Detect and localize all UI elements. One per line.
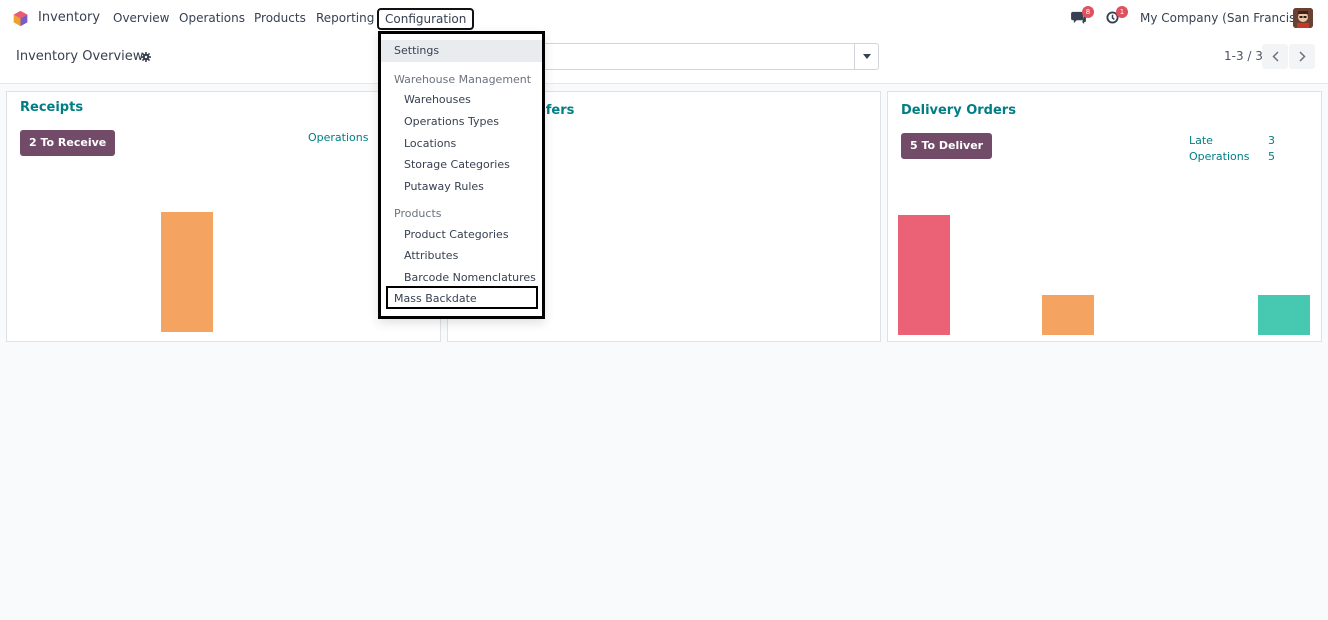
menu-item-mass-backdate[interactable]: Mass Backdate	[381, 292, 542, 305]
activities-button[interactable]: 1	[1105, 6, 1129, 28]
delivery-operations-count[interactable]: 5	[1268, 150, 1275, 163]
menu-item-storage-categories[interactable]: Storage Categories	[381, 158, 542, 171]
delivery-orders-card: Delivery Orders 5 To Deliver Late 3 Oper…	[887, 91, 1322, 342]
menu-overview[interactable]: Overview	[113, 11, 170, 25]
to-receive-button[interactable]: 2 To Receive	[20, 130, 116, 156]
user-avatar[interactable]	[1293, 8, 1313, 28]
section-products: Products	[394, 207, 442, 220]
configuration-dropdown: Settings Warehouse Management Warehouses…	[378, 31, 545, 319]
activities-badge: 1	[1116, 6, 1128, 18]
menu-item-locations[interactable]: Locations	[381, 137, 542, 150]
pager-value[interactable]: 1-3 / 3	[1224, 49, 1263, 63]
delivery-orders-title[interactable]: Delivery Orders	[901, 103, 1016, 118]
menu-configuration[interactable]: Configuration	[377, 8, 475, 30]
delivery-graph-bar-future[interactable]	[1258, 295, 1310, 335]
top-navbar: Inventory Overview Operations Products R…	[0, 0, 1328, 36]
chevron-right-icon	[1298, 51, 1306, 62]
receipts-operations-link[interactable]: Operations	[308, 131, 368, 144]
messages-button[interactable]: 8	[1070, 6, 1094, 28]
pager-previous-button[interactable]	[1262, 44, 1288, 69]
receipts-title[interactable]: Receipts	[20, 100, 83, 115]
menu-item-attributes[interactable]: Attributes	[381, 249, 542, 262]
delivery-graph-bar-today[interactable]	[1042, 295, 1094, 335]
to-deliver-button[interactable]: 5 To Deliver	[901, 133, 993, 159]
inventory-app-icon[interactable]	[12, 10, 29, 27]
page-title[interactable]: Inventory Overview	[16, 49, 143, 64]
menu-item-product-categories[interactable]: Product Categories	[381, 228, 542, 241]
delivery-late-link[interactable]: Late	[1189, 134, 1213, 147]
menu-item-putaway-rules[interactable]: Putaway Rules	[381, 180, 542, 193]
receipts-card: Receipts 2 To Receive Operations	[6, 91, 441, 342]
chevron-left-icon	[1271, 51, 1279, 62]
gear-icon[interactable]	[141, 52, 151, 62]
menu-item-operations-types[interactable]: Operations Types	[381, 115, 542, 128]
pager-next-button[interactable]	[1289, 44, 1315, 69]
user-avatar-image	[1293, 8, 1313, 28]
caret-down-icon	[862, 54, 871, 59]
search-options-toggle[interactable]	[854, 44, 878, 69]
menu-operations[interactable]: Operations	[179, 11, 245, 25]
delivery-late-count[interactable]: 3	[1268, 134, 1275, 147]
menu-item-settings[interactable]: Settings	[381, 40, 542, 62]
company-switcher[interactable]: My Company (San Francisco)	[1140, 11, 1314, 25]
menu-item-warehouses[interactable]: Warehouses	[381, 93, 542, 106]
app-name[interactable]: Inventory	[38, 10, 100, 25]
control-panel: Inventory Overview 1-3 / 3	[0, 36, 1328, 84]
delivery-operations-link[interactable]: Operations	[1189, 150, 1249, 163]
delivery-graph-bar-late[interactable]	[898, 215, 950, 335]
section-warehouse-management: Warehouse Management	[394, 73, 532, 86]
menu-products[interactable]: Products	[254, 11, 306, 25]
receipts-graph-bar[interactable]	[161, 212, 213, 332]
messages-badge: 8	[1082, 6, 1094, 18]
menu-item-barcode-nomenclatures[interactable]: Barcode Nomenclatures	[381, 271, 542, 284]
menu-reporting[interactable]: Reporting	[316, 11, 374, 25]
